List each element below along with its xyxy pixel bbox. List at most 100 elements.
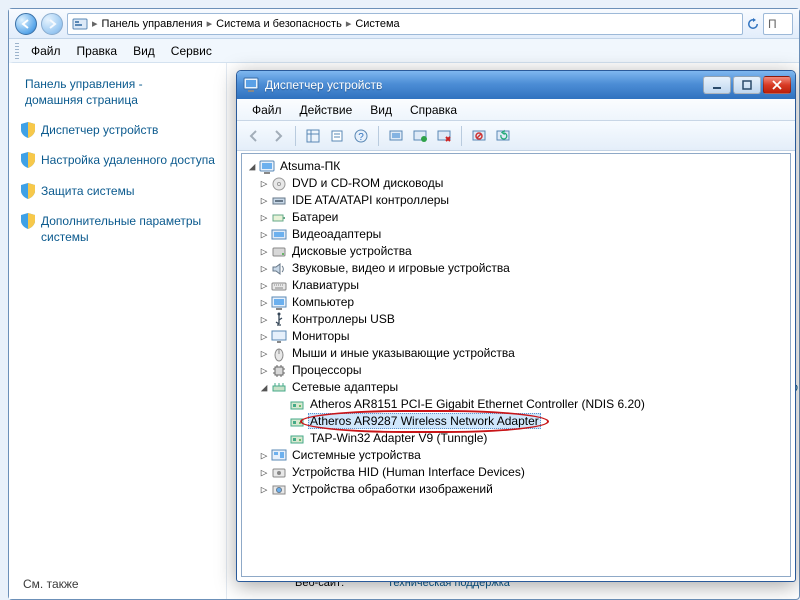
sidebar: Панель управления -домашняя страница Дис… [9,63,227,599]
expand-icon[interactable]: ▷ [258,447,270,464]
snd-icon [271,261,287,277]
expand-icon[interactable]: ▷ [258,294,270,311]
menu-edit[interactable]: Правка [69,41,126,61]
expand-icon[interactable]: ▷ [258,226,270,243]
refresh-icon[interactable] [747,18,759,30]
toolbar-help-button[interactable]: ? [350,125,372,147]
tree-label: Батареи [290,209,340,226]
kbd-icon [271,278,287,294]
tree-category[interactable]: ▷ Компьютер [258,294,788,311]
sidebar-item-remote[interactable]: Настройка удаленного доступа [21,152,216,168]
toolbar-scan-button[interactable] [385,125,407,147]
nic-icon [289,431,305,447]
shield-icon [21,213,35,229]
expand-icon[interactable]: ▷ [258,464,270,481]
tree-device[interactable]: Atheros AR9287 Wireless Network Adapter [272,413,788,430]
dm-menu-action[interactable]: Действие [291,101,362,119]
tree-category[interactable]: ▷ Системные устройства [258,447,788,464]
toolbar-uninstall-button[interactable] [433,125,455,147]
tree-category[interactable]: ▷ IDE ATA/ATAPI контроллеры [258,192,788,209]
device-tree[interactable]: ◢ Atsuma-ПК ▷ DVD и CD-ROM дисководы ▷ I… [241,153,791,577]
forward-button[interactable] [41,13,63,35]
tree-label: Atheros AR9287 Wireless Network Adapter [308,413,541,429]
expand-icon[interactable]: ▷ [258,311,270,328]
expand-icon[interactable]: ▷ [258,209,270,226]
mse-icon [271,346,287,362]
tree-category[interactable]: ▷ Мыши и иные указывающие устройства [258,345,788,362]
dm-menu-file[interactable]: Файл [243,101,291,119]
sidebar-item-label: Диспетчер устройств [41,122,158,138]
sidebar-home-link[interactable]: Панель управления -домашняя страница [25,77,216,108]
tree-category[interactable]: ▷ Видеоадаптеры [258,226,788,243]
control-panel-icon [72,16,88,32]
expand-icon[interactable]: ▷ [258,481,270,498]
search-input[interactable]: П [763,13,793,35]
toolbar-properties-button[interactable] [326,125,348,147]
toolbar-forward-button[interactable] [267,125,289,147]
toolbar-update-button[interactable] [409,125,431,147]
tree-category[interactable]: ▷ Звуковые, видео и игровые устройства [258,260,788,277]
shield-icon [21,122,35,138]
tree-category[interactable]: ◢ Сетевые адаптеры [258,379,788,396]
usb-icon [271,312,287,328]
expand-icon[interactable]: ▷ [258,328,270,345]
sidebar-item-label: Настройка удаленного доступа [41,152,215,168]
tree-category[interactable]: ▷ Устройства обработки изображений [258,481,788,498]
tree-category[interactable]: ▷ Контроллеры USB [258,311,788,328]
tree-category[interactable]: ▷ DVD и CD-ROM дисководы [258,175,788,192]
maximize-button[interactable] [733,76,761,94]
menu-view[interactable]: Вид [125,41,163,61]
expand-icon[interactable]: ▷ [258,362,270,379]
mon-icon [271,329,287,345]
breadcrumb[interactable]: ▸ Панель управления ▸ Система и безопасн… [67,13,743,35]
title-bar[interactable]: Диспетчер устройств [237,71,795,99]
tree-label: Видеоадаптеры [290,226,383,243]
tree-category[interactable]: ▷ Дисковые устройства [258,243,788,260]
collapse-icon[interactable]: ◢ [246,158,258,175]
tree-category[interactable]: ▷ Процессоры [258,362,788,379]
tree-device[interactable]: Atheros AR8151 PCI-E Gigabit Ethernet Co… [272,396,788,413]
tree-label: TAP-Win32 Adapter V9 (Tunngle) [308,431,489,445]
ide-icon [271,193,287,209]
minimize-button[interactable] [703,76,731,94]
dm-menu-help[interactable]: Справка [401,101,466,119]
toolbar-refresh-button[interactable] [492,125,514,147]
expand-icon[interactable]: ▷ [258,243,270,260]
chevron-right-icon: ▸ [207,17,213,30]
vid-icon [271,227,287,243]
expand-icon[interactable]: ▷ [258,175,270,192]
tree-root[interactable]: ◢ Atsuma-ПК [244,158,788,175]
toolbar-detail-button[interactable] [302,125,324,147]
tree-category[interactable]: ▷ Батареи [258,209,788,226]
tree-device[interactable]: TAP-Win32 Adapter V9 (Tunngle) [272,430,788,447]
expand-icon[interactable]: ▷ [258,345,270,362]
computer-icon [259,159,275,175]
sidebar-item-protection[interactable]: Защита системы [21,183,216,199]
menu-tools[interactable]: Сервис [163,41,220,61]
menu-file[interactable]: Файл [23,41,69,61]
crumb-1[interactable]: Панель управления [102,18,203,30]
nav-bar: ▸ Панель управления ▸ Система и безопасн… [9,9,799,39]
toolbar-back-button[interactable] [243,125,265,147]
sidebar-item-device-manager[interactable]: Диспетчер устройств [21,122,216,138]
toolbar-disable-button[interactable] [468,125,490,147]
back-button[interactable] [15,13,37,35]
expand-icon[interactable]: ▷ [258,192,270,209]
dm-toolbar: ? [237,121,795,151]
cpu-icon [271,363,287,379]
tree-label: Системные устройства [290,447,423,464]
close-button[interactable] [763,76,791,94]
tree-category[interactable]: ▷ Клавиатуры [258,277,788,294]
expand-icon[interactable]: ▷ [258,260,270,277]
dm-menu-view[interactable]: Вид [361,101,401,119]
collapse-icon[interactable]: ◢ [258,379,270,396]
expand-icon[interactable]: ▷ [258,277,270,294]
tree-label: Устройства HID (Human Interface Devices) [290,464,527,481]
tree-category[interactable]: ▷ Устройства HID (Human Interface Device… [258,464,788,481]
sidebar-item-advanced[interactable]: Дополнительные параметры системы [21,213,216,245]
nic-icon [289,414,305,430]
crumb-3[interactable]: Система [355,18,399,30]
tree-category[interactable]: ▷ Мониторы [258,328,788,345]
device-manager-icon [243,77,259,93]
crumb-2[interactable]: Система и безопасность [216,18,342,30]
